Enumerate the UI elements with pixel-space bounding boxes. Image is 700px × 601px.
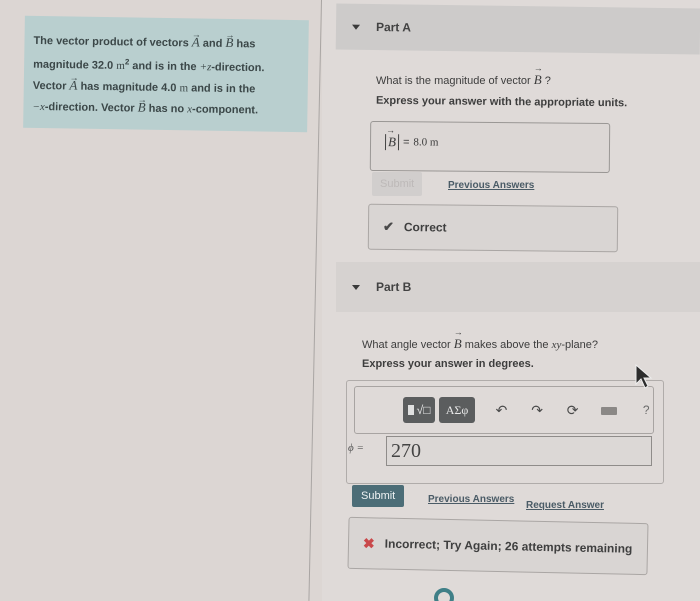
part-b-title: Part B <box>376 280 412 294</box>
problem-text: -component. <box>191 103 259 117</box>
part-b-feedback: ✖ Incorrect; Try Again; 26 attempts rema… <box>347 516 649 576</box>
part-b-submit-button[interactable]: Submit <box>352 485 405 507</box>
problem-statement: The vector product of vectors A and B ha… <box>23 15 309 133</box>
symbols-button[interactable]: ΑΣφ <box>439 397 475 423</box>
question-text: makes above the <box>461 339 552 351</box>
undo-icon[interactable]: ↶ <box>495 402 509 419</box>
equals-sign: = <box>402 136 410 149</box>
question-text: What is the magnitude of vector <box>376 75 534 87</box>
vector-b: B <box>534 72 542 87</box>
feedback-text: Correct <box>403 220 447 235</box>
part-a-title: Part A <box>375 20 412 35</box>
vector-b: B <box>454 336 462 351</box>
caret-down-icon[interactable] <box>351 24 361 30</box>
problem-text: and is in the <box>129 60 200 74</box>
next-part-icon[interactable] <box>434 588 454 601</box>
part-a-instruction: Express your answer with the appropriate… <box>375 94 628 110</box>
part-a-previous-answers-link[interactable]: Previous Answers <box>448 180 534 191</box>
phi-label: ϕ = <box>348 442 364 454</box>
minus-x: −x <box>32 100 45 113</box>
problem-text: -direction. <box>211 61 265 75</box>
part-a-feedback: ✔ Correct <box>367 203 619 253</box>
unit-meter: m <box>116 59 125 73</box>
magnitude-b-label: B <box>384 134 400 151</box>
part-b-instruction: Express your answer in degrees. <box>362 358 534 370</box>
vector-a: A <box>192 34 200 49</box>
feedback-text: Incorrect; Try Again; 26 attempts remain… <box>384 536 633 556</box>
keyboard-icon[interactable] <box>601 402 618 418</box>
problem-text: has no <box>145 102 188 115</box>
problem-text: has magnitude 4.0 <box>77 80 180 94</box>
part-b-previous-answers-link[interactable]: Previous Answers <box>428 494 514 505</box>
question-text: What angle vector <box>362 339 454 351</box>
math-toolbar: √□ ΑΣφ ↶ ↷ ⟳ ? <box>354 386 654 434</box>
part-a-header[interactable]: Part A <box>335 3 700 55</box>
part-a-answer-box: B = 8.0 m <box>369 120 611 174</box>
part-a-submit-button[interactable]: Submit <box>372 172 423 196</box>
x-icon: ✖ <box>362 534 375 551</box>
problem-pane: The vector product of vectors A and B ha… <box>0 0 322 601</box>
problem-text: Vector <box>32 79 70 93</box>
plus-z: +z <box>199 61 212 74</box>
vector-b: B <box>225 35 233 50</box>
question-text: -plane? <box>561 339 599 351</box>
problem-text: and <box>199 37 226 50</box>
redo-icon[interactable]: ↷ <box>530 402 544 419</box>
templates-button[interactable]: √□ <box>403 397 436 423</box>
part-a-answer-value: 8.0 m <box>413 136 439 149</box>
angle-input[interactable]: 270 <box>386 436 652 466</box>
problem-text: -direction. Vector <box>44 100 138 115</box>
problem-text: has <box>233 38 256 51</box>
check-icon: ✔ <box>382 218 394 234</box>
part-a-question: What is the magnitude of vector B ? <box>376 72 551 88</box>
problem-text: The vector product of vectors <box>33 34 192 50</box>
sqrt-icon: √□ <box>416 403 431 417</box>
problem-text: and is in the <box>187 82 256 96</box>
help-icon[interactable]: ? <box>639 403 653 417</box>
part-b-question: What angle vector B makes above the xy-p… <box>362 336 598 352</box>
request-answer-link[interactable]: Request Answer <box>526 500 604 511</box>
reset-icon[interactable]: ⟳ <box>566 402 580 419</box>
vector-a: A <box>69 77 77 92</box>
question-text: ? <box>541 75 551 87</box>
parts-pane: Part A What is the magnitude of vector B… <box>322 0 700 601</box>
template-square-icon <box>407 405 414 415</box>
vector-b: B <box>138 99 146 114</box>
part-b-header[interactable]: Part B <box>336 262 700 312</box>
plane-label: xy <box>551 339 562 351</box>
caret-down-icon[interactable] <box>352 284 360 290</box>
mouse-cursor-icon <box>635 364 653 389</box>
